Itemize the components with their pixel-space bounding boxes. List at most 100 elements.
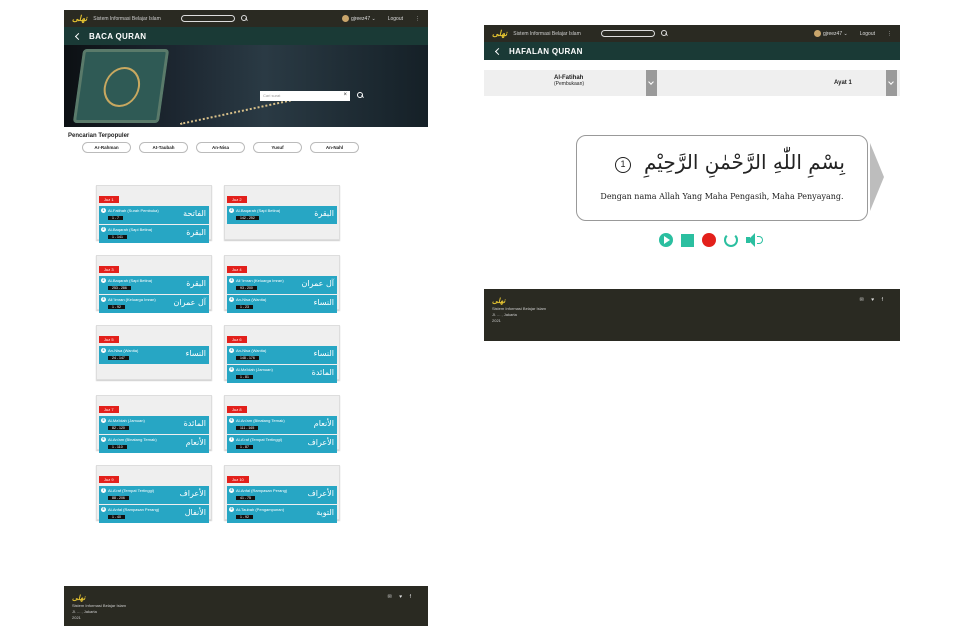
site-logo[interactable]: ﻧﻬﻠﻰ — [492, 29, 507, 38]
popular-list: Ar-Rahman At-Taubah An-Nisa Yusuf An-Nah… — [82, 142, 428, 153]
site-title: Sistem Informasi Belajar Islam — [93, 15, 161, 22]
surah-item[interactable]: 5 Al-Ma'idah (Jamuan) 82 - 120 المائدة — [99, 416, 209, 434]
juz-tag: Juz 3 — [99, 266, 119, 273]
surah-arabic: الأنعام — [313, 419, 334, 428]
surah-item[interactable]: 4 An-Nisa (Wanita) 148 - 176 النساء — [227, 346, 337, 364]
ayat-range: 1 - 87 — [236, 445, 253, 449]
surah-item[interactable]: 2 Al-Baqarah (Sapi Betina) 253 - 286 البقرة — [99, 276, 209, 294]
site-title: Sistem Informasi Belajar Islam — [513, 30, 581, 37]
ayat-range: 142 - 252 — [236, 216, 259, 220]
ayat-range: 253 - 286 — [108, 286, 131, 290]
juz-tag: Juz 7 — [99, 406, 119, 413]
search-icon[interactable] — [240, 15, 248, 22]
ayat-range: 93 - 200 — [236, 286, 257, 290]
footer-year: 2021 — [72, 615, 81, 620]
top-nav: ﻧﻬﻠﻰ Sistem Informasi Belajar Islam gjre… — [484, 25, 900, 42]
popular-pill[interactable]: An-Nisa — [196, 142, 245, 153]
ayat-range: 1 - 81 — [236, 375, 253, 379]
footer-address: Jl. ... , Jakarta — [492, 312, 517, 317]
footer-logo: ﻧﻬﻠﻰ — [492, 298, 506, 305]
surah-name: Al-An'am (Binatang Ternak) — [236, 418, 285, 423]
record-icon[interactable] — [702, 233, 716, 247]
surah-select[interactable]: Al-Fatihah (Pembukaan) — [554, 75, 584, 87]
surah-item[interactable]: 4 An-Nisa (Wanita) 1 - 23 النساء — [227, 295, 337, 313]
stop-icon[interactable] — [681, 233, 694, 247]
footer-address: Jl. ... , Jakarta — [72, 609, 97, 614]
surah-arabic: الفاتحة — [183, 209, 206, 218]
surah-item[interactable]: 2 Al-Baqarah (Sapi Betina) 1 - 141 البقرة — [99, 225, 209, 243]
back-icon[interactable] — [74, 32, 83, 40]
nav-search-input[interactable] — [180, 15, 235, 22]
juz-card: Juz 4 3 Ali 'Imran (Keluarga Imran) 93 - 20… — [224, 255, 340, 313]
surah-item[interactable]: 9 At-Taubah (Pengampunan) 1 - 92 التوبة — [227, 505, 337, 523]
search-icon[interactable] — [357, 92, 364, 99]
user-menu[interactable]: gjreez47 ⌄ — [341, 15, 376, 22]
back-icon[interactable] — [494, 47, 503, 55]
surah-item[interactable]: 3 Ali 'Imran (Keluarga Imran) 93 - 200 آل ع… — [227, 276, 337, 294]
logout-link[interactable]: Logout — [388, 16, 403, 22]
site-logo[interactable]: ﻧﻬﻠﻰ — [72, 14, 87, 23]
page-title: HAFALAN QURAN — [509, 46, 583, 56]
social-icons[interactable]: ✉ ♥ f — [860, 297, 886, 303]
more-menu-icon[interactable]: ⋮ — [415, 16, 420, 22]
surah-number: 2 — [101, 227, 106, 232]
user-menu[interactable]: gjreez47 ⌄ — [813, 30, 848, 37]
surah-arabic: النساء — [313, 349, 334, 358]
juz-grid: Juz 1 1 Al-Fatihah (Surah Pembuka) 1 - 7 الف… — [96, 185, 340, 535]
surah-name: Ali 'Imran (Keluarga Imran) — [236, 278, 284, 283]
repeat-icon[interactable] — [724, 233, 738, 247]
surah-item[interactable]: 5 Al-Ma'idah (Jamuan) 1 - 81 المائدة — [227, 365, 337, 383]
popular-pill[interactable]: An-Nahl — [310, 142, 359, 153]
quran-book-image — [72, 49, 170, 123]
ayat-range: 1 - 141 — [108, 235, 127, 239]
page-header: BACA QURAN — [64, 27, 428, 45]
ayat-range: 1 - 23 — [236, 305, 253, 309]
surah-name: At-Taubah (Pengampunan) — [236, 507, 285, 512]
ayat-select[interactable]: Ayat 1 — [834, 80, 852, 86]
nav-search-input[interactable] — [600, 30, 655, 37]
popular-pill[interactable]: Ar-Rahman — [82, 142, 131, 153]
juz-card: Juz 9 7 Al-A'raf (Tempat Tertinggi) 88 - 20… — [96, 465, 212, 523]
more-menu-icon[interactable]: ⋮ — [887, 31, 892, 37]
surah-search-input[interactable]: Cari surat × — [260, 91, 350, 101]
surah-arabic: الأعراف — [307, 438, 335, 447]
surah-number: 4 — [101, 348, 106, 353]
surah-item[interactable]: 7 Al-A'raf (Tempat Tertinggi) 88 - 206 الأع… — [99, 486, 209, 504]
popular-pill[interactable]: Yusuf — [253, 142, 302, 153]
surah-number: 6 — [101, 437, 106, 442]
footer-year: 2021 — [492, 318, 501, 323]
surah-name: Al-A'raf (Tempat Tertinggi) — [108, 488, 155, 493]
surah-item[interactable]: 4 An-Nisa (Wanita) 24 - 147 النساء — [99, 346, 209, 364]
surah-ayat-selector: Al-Fatihah (Pembukaan) Ayat 1 — [484, 70, 900, 96]
surah-name: Al-An'am (Binatang Ternak) — [108, 437, 157, 442]
play-icon[interactable] — [659, 233, 673, 247]
surah-arabic: الأعراف — [179, 489, 207, 498]
ayat-dropdown-chevron-icon[interactable] — [886, 70, 897, 96]
surah-item[interactable]: 6 Al-An'am (Binatang Ternak) 1 - 110 الأنعا… — [99, 435, 209, 453]
surah-item[interactable]: 8 Al-Anfal (Rampasan Perang) 1 - 40 الأنفال — [99, 505, 209, 523]
ayat-range: 1 - 110 — [108, 445, 127, 449]
footer: ﻧﻬﻠﻰ Sistem Informasi Belajar Islam Jl. … — [484, 289, 900, 341]
next-ayah-icon[interactable] — [870, 143, 884, 211]
juz-card: Juz 8 6 Al-An'am (Binatang Ternak) 111 - 16… — [224, 395, 340, 453]
clear-icon[interactable]: × — [343, 92, 347, 98]
surah-dropdown-chevron-icon[interactable] — [646, 70, 657, 96]
surah-item[interactable]: 2 Al-Baqarah (Sapi Betina) 142 - 252 البقرة — [227, 206, 337, 224]
surah-item[interactable]: 1 Al-Fatihah (Surah Pembuka) 1 - 7 الفاتحة — [99, 206, 209, 224]
surah-name: Al-Fatihah (Surah Pembuka) — [108, 208, 159, 213]
logout-link[interactable]: Logout — [860, 31, 875, 37]
surah-item[interactable]: 8 Al-Anfal (Rampasan Perang) 41 - 75 الأعرا… — [227, 486, 337, 504]
surah-number: 8 — [101, 507, 106, 512]
surah-number: 9 — [229, 507, 234, 512]
search-icon[interactable] — [660, 30, 668, 37]
surah-name: Al-Ma'idah (Jamuan) — [236, 367, 273, 372]
juz-tag: Juz 2 — [227, 196, 247, 203]
surah-item[interactable]: 7 Al-A'raf (Tempat Tertinggi) 1 - 87 الأعرا… — [227, 435, 337, 453]
surah-subtitle: (Pembukaan) — [554, 81, 585, 87]
surah-item[interactable]: 6 Al-An'am (Binatang Ternak) 111 - 165 الأن… — [227, 416, 337, 434]
surah-number: 8 — [229, 488, 234, 493]
social-icons[interactable]: ✉ ♥ f — [388, 594, 414, 600]
volume-icon[interactable] — [746, 233, 764, 247]
surah-item[interactable]: 3 Ali 'Imran (Keluarga Imran) 1 - 92 آل عمر… — [99, 295, 209, 313]
popular-pill[interactable]: At-Taubah — [139, 142, 188, 153]
